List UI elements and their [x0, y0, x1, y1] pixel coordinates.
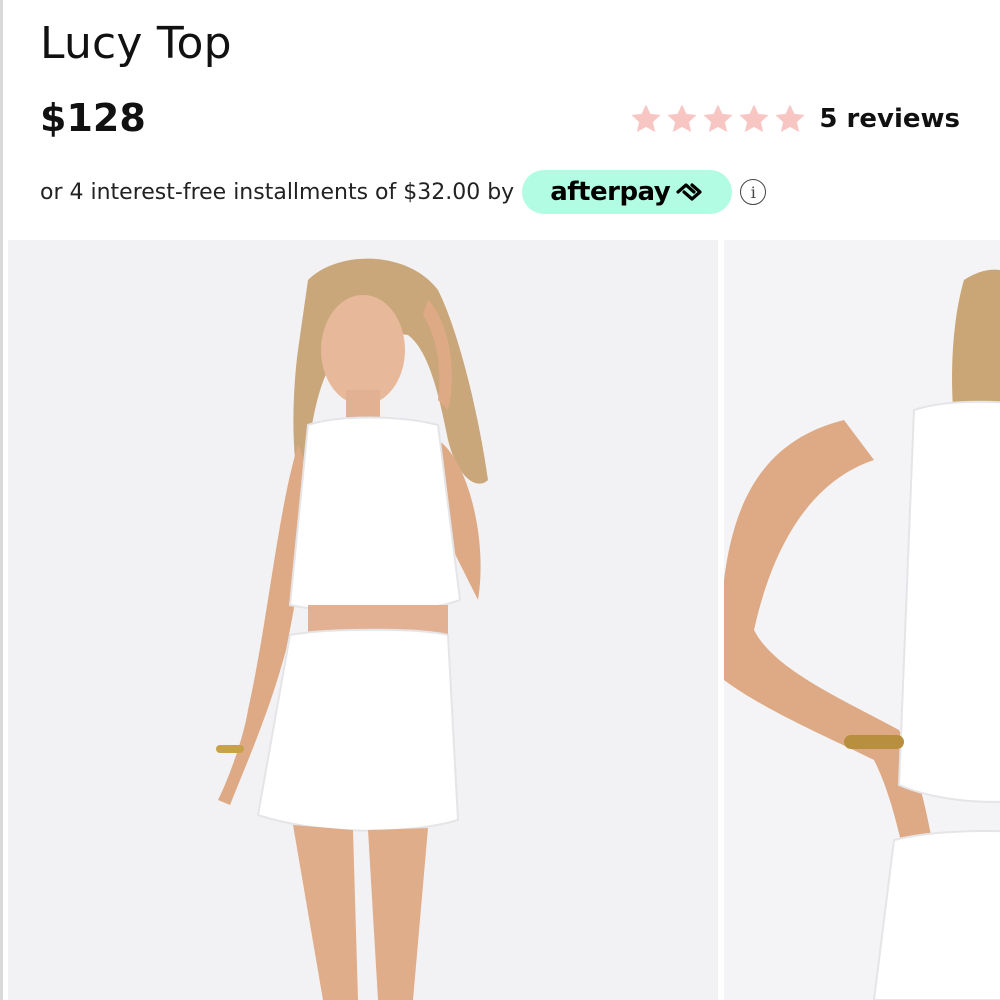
product-page: Lucy Top $128 5 reviews or 4 interest-fr…	[0, 0, 1000, 1000]
afterpay-logo-icon	[676, 183, 702, 201]
product-price: $128	[40, 96, 146, 140]
installments-text: or 4 interest-free installments of $32.0…	[40, 179, 515, 205]
product-photo-front[interactable]	[8, 240, 718, 1000]
left-edge-border	[0, 0, 3, 1000]
product-image-gallery[interactable]	[8, 240, 1000, 1000]
info-icon[interactable]: i	[740, 179, 767, 205]
reviews-link[interactable]: 5 reviews	[819, 104, 960, 134]
star-icon	[739, 104, 769, 133]
star-icon	[667, 104, 697, 133]
model-closeup-illustration	[724, 240, 1000, 1000]
model-front-illustration	[8, 240, 718, 1000]
star-icon	[775, 104, 805, 133]
product-title: Lucy Top	[40, 18, 232, 69]
star-rating[interactable]	[629, 102, 807, 136]
star-icon	[703, 104, 733, 133]
rating-summary[interactable]: 5 reviews	[629, 98, 960, 140]
afterpay-wordmark: afterpay	[550, 177, 671, 207]
star-icon	[631, 104, 661, 133]
afterpay-badge[interactable]: afterpay	[522, 170, 733, 214]
installments-row: or 4 interest-free installments of $32.0…	[40, 168, 767, 216]
product-photo-side-closeup[interactable]	[724, 240, 1000, 1000]
